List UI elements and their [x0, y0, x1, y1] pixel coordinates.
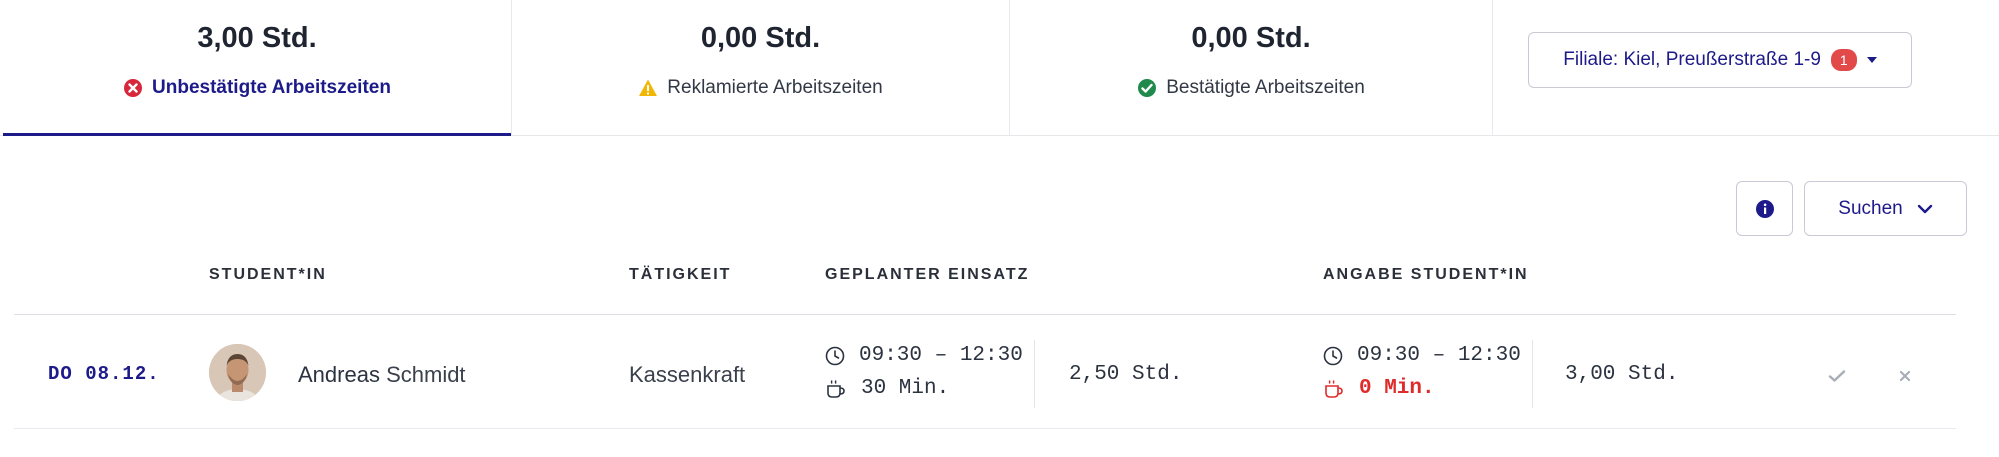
row-date: DO 08.12.: [48, 363, 160, 385]
filiale-label: Filiale: Kiel, Preußerstraße 1-9: [1563, 49, 1821, 70]
planned-break: 30 Min.: [861, 377, 950, 400]
chevron-down-icon: [1917, 204, 1932, 213]
cell-divider: [1034, 340, 1035, 408]
info-icon: [1755, 199, 1774, 218]
reject-button[interactable]: [1891, 362, 1919, 390]
tab-unconfirmed-value: 3,00 Std.: [197, 22, 317, 54]
reported-time: 09:30 – 12:30: [1357, 344, 1521, 367]
tab-reclaimed-value: 0,00 Std.: [700, 22, 821, 54]
tab-confirmed-value: 0,00 Std.: [1191, 22, 1311, 54]
column-header-taetigkeit: TÄTIGKEIT: [629, 266, 732, 283]
student-last-name: Schmidt: [386, 362, 466, 387]
checkmark-icon: [1828, 370, 1846, 382]
filiale-badge: 1: [1830, 49, 1857, 71]
student-name[interactable]: Andreas Schmidt: [298, 362, 466, 388]
info-button[interactable]: [1736, 181, 1793, 236]
tab-reclaimed[interactable]: 0,00 Std. Reklamierte Arbeitszeiten: [511, 0, 1009, 136]
row-taetigkeit: Kassenkraft: [629, 362, 746, 387]
reported-hours: 3,00 Std.: [1565, 363, 1679, 386]
planned-time: 09:30 – 12:30: [859, 344, 1023, 367]
clock-icon: [825, 346, 845, 365]
error-circle-icon: [124, 79, 143, 97]
column-header-student: STUDENT*IN: [209, 266, 327, 283]
tab-confirmed[interactable]: 0,00 Std. Bestätigte Arbeitszeiten: [1009, 0, 1492, 136]
coffee-cup-icon: [827, 379, 845, 398]
reported-break: 0 Min.: [1359, 377, 1435, 400]
filiale-dropdown[interactable]: Filiale: Kiel, Preußerstraße 1-9 1: [1528, 32, 1912, 88]
cell-divider: [1532, 340, 1533, 408]
confirm-button[interactable]: [1823, 362, 1851, 390]
header-divider: [14, 314, 1956, 315]
check-circle-icon: [1138, 79, 1157, 97]
row-divider: [14, 428, 1956, 429]
tab-unconfirmed[interactable]: 3,00 Std. Unbestätigte Arbeitszeiten: [3, 0, 511, 136]
close-icon: [1899, 370, 1911, 382]
tab-reclaimed-label: Reklamierte Arbeitszeiten: [667, 77, 883, 98]
tab-confirmed-label: Bestätigte Arbeitszeiten: [1166, 77, 1365, 98]
caret-down-icon: [1866, 57, 1877, 63]
search-button[interactable]: Suchen: [1804, 181, 1967, 236]
student-first-name: Andreas: [298, 362, 380, 387]
search-button-label: Suchen: [1838, 197, 1903, 219]
warning-triangle-icon: [639, 79, 658, 96]
clock-icon: [1323, 346, 1343, 365]
avatar: [209, 344, 266, 401]
planned-hours: 2,50 Std.: [1069, 363, 1183, 386]
column-header-geplanter-einsatz: GEPLANTER EINSATZ: [825, 266, 1030, 283]
column-header-angabe-student: ANGABE STUDENT*IN: [1323, 266, 1529, 283]
tab-unconfirmed-label: Unbestätigte Arbeitszeiten: [152, 77, 391, 98]
coffee-cup-icon: [1325, 379, 1343, 398]
